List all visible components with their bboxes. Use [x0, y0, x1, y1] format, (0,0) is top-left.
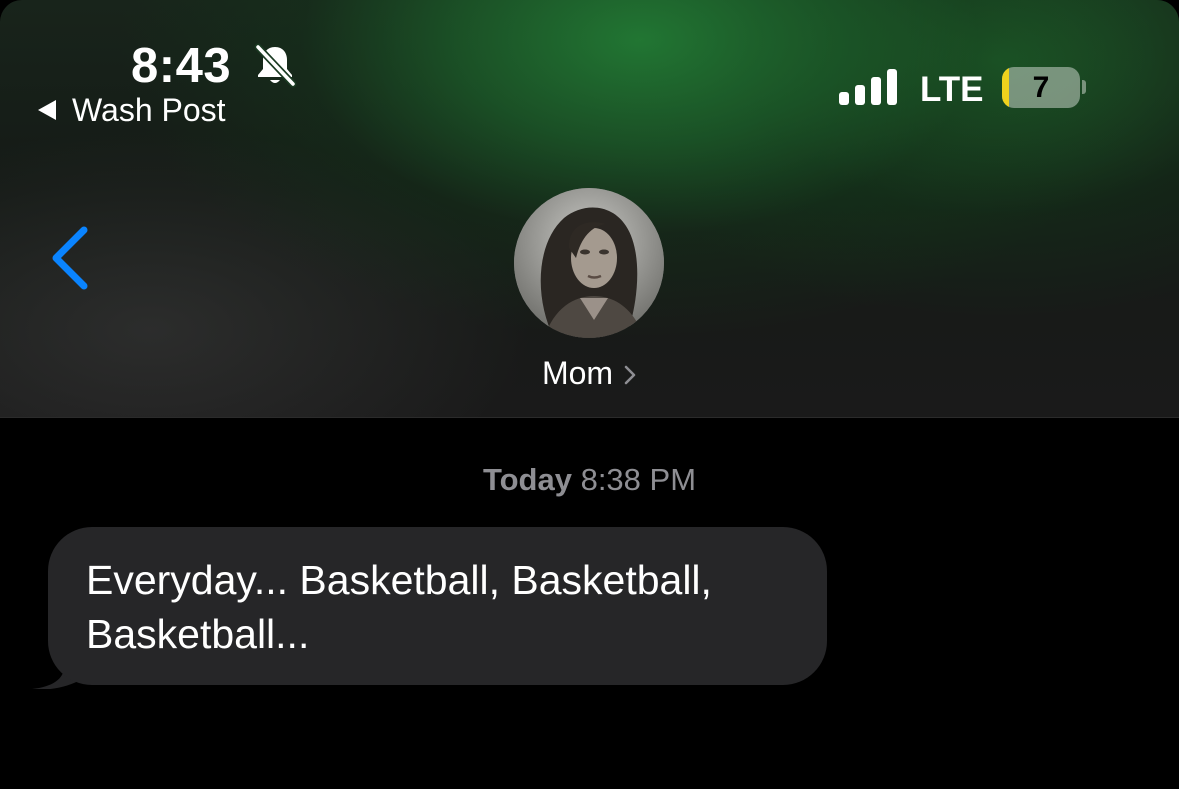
- status-time: 8:43: [131, 39, 232, 93]
- conversation-header: 8:43 Wash Post LTE 7 Mom: [0, 0, 1179, 418]
- battery-icon: 7: [1002, 67, 1080, 108]
- battery-cap: [1082, 80, 1086, 94]
- back-app-label: Wash Post: [72, 92, 226, 128]
- incoming-message[interactable]: Everyday... Basketball, Basketball, Bask…: [30, 527, 830, 689]
- battery-level: 7: [1032, 71, 1050, 104]
- avatar-photo: [514, 188, 664, 338]
- bell-slash-icon: [254, 43, 297, 88]
- timestamp-time: 8:38 PM: [580, 462, 697, 497]
- contact-avatar[interactable]: [514, 188, 664, 338]
- back-triangle-icon: [38, 100, 56, 120]
- message-text: Everyday... Basketball, Basketball, Bask…: [86, 557, 712, 657]
- message-bubble[interactable]: Everyday... Basketball, Basketball, Bask…: [48, 527, 827, 685]
- cellular-signal-icon: [839, 69, 897, 105]
- contact-name: Mom: [541, 355, 614, 391]
- message-timestamp: Today 8:38 PM: [0, 461, 1179, 499]
- messages-screen: 8:43 Wash Post LTE 7 Mom Today 8:38 PM E…: [0, 0, 1179, 789]
- back-to-app-link[interactable]: Wash Post: [38, 92, 226, 128]
- chevron-left-icon[interactable]: [48, 224, 92, 292]
- timestamp-day: Today: [482, 462, 572, 497]
- contact-name-button[interactable]: Mom: [0, 353, 1179, 393]
- network-type: LTE: [920, 70, 984, 109]
- chevron-right-icon: [624, 365, 636, 385]
